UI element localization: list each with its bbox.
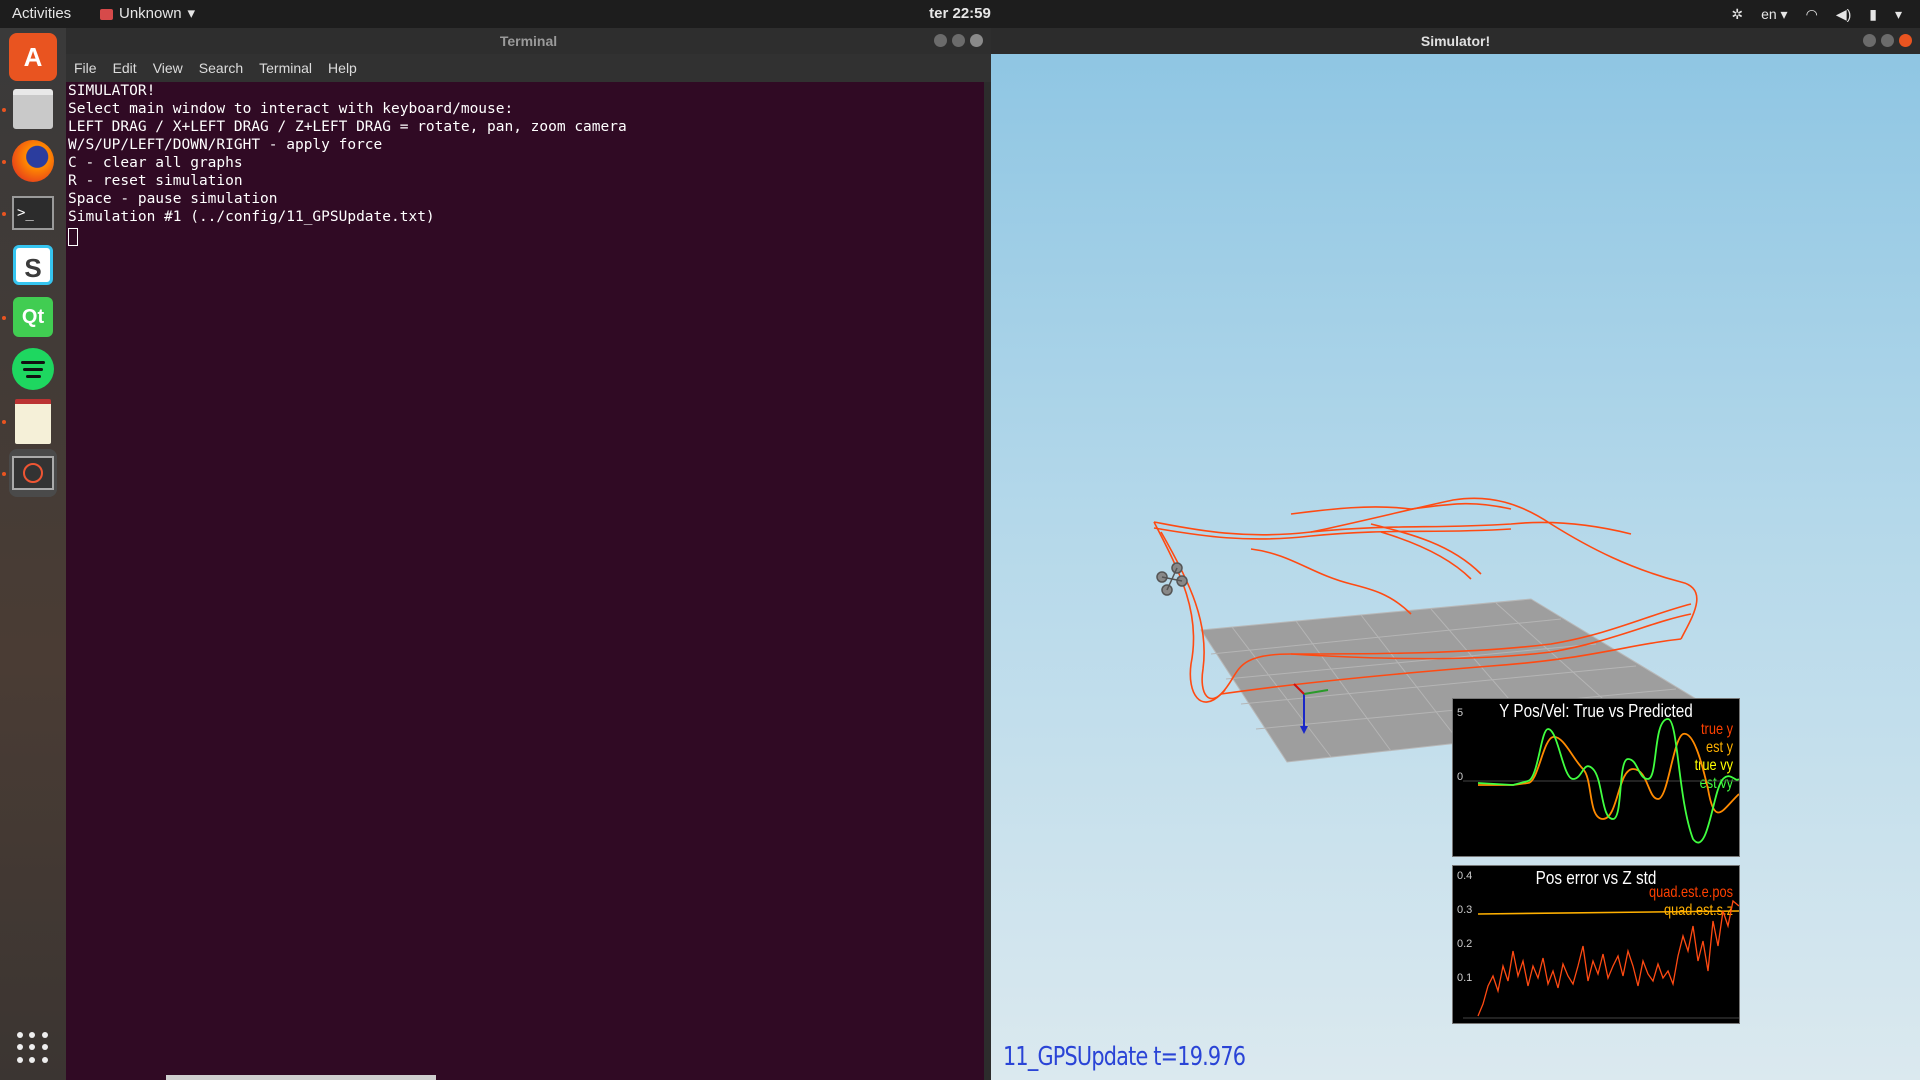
- terminal-output[interactable]: SIMULATOR! Select main window to interac…: [66, 82, 984, 1080]
- volume-icon[interactable]: ◀): [1836, 0, 1851, 28]
- app-menu-icon: [100, 8, 113, 20]
- simulator-icon[interactable]: [9, 449, 57, 497]
- firefox-icon[interactable]: [9, 137, 57, 185]
- spotify-icon[interactable]: [9, 345, 57, 393]
- maximize-button[interactable]: [1881, 34, 1894, 47]
- window-title: Terminal: [499, 33, 558, 49]
- clock[interactable]: ter 22:59: [0, 0, 1920, 28]
- y-pos-vel-graph[interactable]: Y Pos/Vel: True vs Predicted 5 0 true y …: [1452, 698, 1740, 857]
- close-button[interactable]: [970, 34, 983, 47]
- terminal-line: Simulation #1 (../config/11_GPSUpdate.tx…: [68, 209, 435, 225]
- terminal-line: W/S/UP/LEFT/DOWN/RIGHT - apply force: [68, 137, 383, 153]
- accessibility-icon[interactable]: ✲: [1731, 0, 1743, 28]
- top-bar: ter 22:59 Activities Unknown ▾ ✲ en ▾ ◠ …: [0, 0, 1920, 28]
- minimize-button[interactable]: [1863, 34, 1876, 47]
- terminal-line: C - clear all graphs: [68, 155, 243, 171]
- system-tray[interactable]: ✲ en ▾ ◠ ◀) ▮ ▾: [1731, 0, 1902, 28]
- maximize-button[interactable]: [952, 34, 965, 47]
- graph-plot: [1463, 899, 1739, 1019]
- app-menu[interactable]: Unknown ▾: [100, 0, 195, 28]
- terminal-line: R - reset simulation: [68, 173, 243, 189]
- terminal-line: SIMULATOR!: [68, 83, 156, 99]
- menu-help[interactable]: Help: [328, 54, 357, 82]
- menu-terminal[interactable]: Terminal: [259, 54, 312, 82]
- text-editor-icon[interactable]: [9, 397, 57, 445]
- minimize-button[interactable]: [934, 34, 947, 47]
- window-title: Simulator!: [1420, 33, 1491, 49]
- menu-file[interactable]: File: [74, 54, 97, 82]
- menu-view[interactable]: View: [153, 54, 183, 82]
- graph-plot: [1463, 718, 1739, 844]
- simulator-window[interactable]: Simulator! Y Pos/Vel: True vs Predicted …: [991, 28, 1920, 1080]
- files-icon[interactable]: [9, 85, 57, 133]
- dock: A >_ S Qt: [0, 28, 66, 1080]
- terminal-cursor: [68, 228, 78, 246]
- menu-search[interactable]: Search: [199, 54, 243, 82]
- terminal-line: LEFT DRAG / X+LEFT DRAG / Z+LEFT DRAG = …: [68, 119, 627, 135]
- slack-icon[interactable]: S: [9, 241, 57, 289]
- app-menu-label: Unknown: [119, 5, 182, 22]
- terminal-titlebar[interactable]: Terminal: [66, 28, 991, 54]
- terminal-line: Space - pause simulation: [68, 191, 278, 207]
- system-menu-chevron-icon[interactable]: ▾: [1895, 0, 1902, 28]
- quadrotor-icon: [1156, 562, 1188, 596]
- battery-icon[interactable]: ▮: [1869, 0, 1877, 28]
- menu-edit[interactable]: Edit: [113, 54, 137, 82]
- terminal-horizontal-scrollbar[interactable]: [166, 1075, 436, 1080]
- chevron-down-icon: ▾: [187, 5, 196, 22]
- simulator-titlebar[interactable]: Simulator!: [991, 28, 1920, 54]
- terminal-window[interactable]: Terminal File Edit View Search Terminal …: [66, 28, 991, 1080]
- terminal-line: Select main window to interact with keyb…: [68, 101, 514, 117]
- wifi-icon[interactable]: ◠: [1806, 0, 1818, 28]
- terminal-menubar: File Edit View Search Terminal Help: [66, 54, 991, 82]
- 3d-viewport[interactable]: Y Pos/Vel: True vs Predicted 5 0 true y …: [991, 54, 1920, 1080]
- activities-button[interactable]: Activities: [12, 0, 71, 28]
- show-applications-icon[interactable]: [17, 1032, 49, 1064]
- terminal-icon[interactable]: >_: [9, 189, 57, 237]
- ubuntu-software-icon[interactable]: A: [9, 33, 57, 81]
- terminal-scrollbar[interactable]: [984, 82, 991, 1080]
- language-selector[interactable]: en ▾: [1761, 0, 1788, 28]
- close-button[interactable]: [1899, 34, 1912, 47]
- pos-error-graph[interactable]: Pos error vs Z std 0.4 0.3 0.2 0.1 quad.…: [1452, 865, 1740, 1024]
- qt-creator-icon[interactable]: Qt: [9, 293, 57, 341]
- simulation-status: 11_GPSUpdate t=19.976: [1003, 1042, 1246, 1072]
